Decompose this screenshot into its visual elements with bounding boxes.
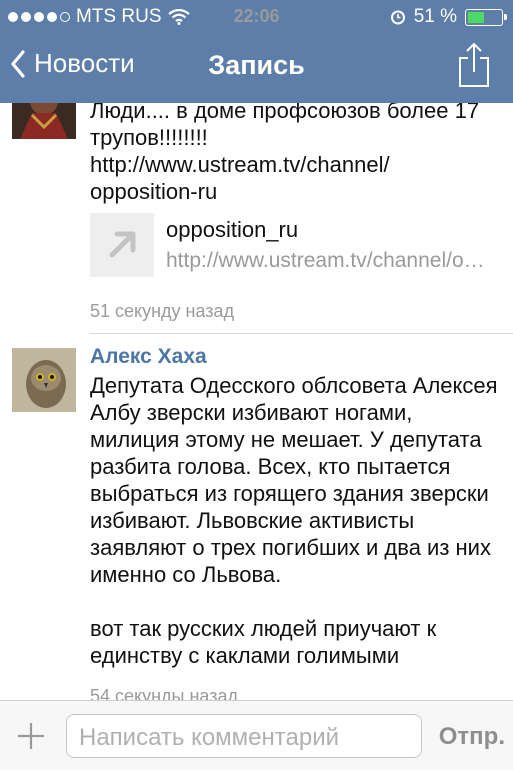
alarm-icon xyxy=(390,10,405,25)
plus-icon xyxy=(18,723,44,749)
comments-list[interactable]: Люди.... в доме профсоюзов более 17 труп… xyxy=(0,103,513,700)
comment-text: Люди.... в доме профсоюзов более 17 труп… xyxy=(90,103,480,204)
chevron-left-icon xyxy=(11,49,25,78)
battery-percent: 51 % xyxy=(413,6,457,27)
divider xyxy=(90,333,513,334)
link-title: opposition_ru xyxy=(166,217,299,242)
link-thumbnail xyxy=(90,213,154,277)
back-button-label: Новости xyxy=(34,48,135,78)
share-icon xyxy=(459,42,489,87)
share-button[interactable] xyxy=(457,42,491,93)
back-button[interactable]: Новости xyxy=(10,48,135,79)
status-bar: MTS RUS 22:06 51 % xyxy=(0,0,513,34)
link-url: http://www.ustream.tv/channel/opposition… xyxy=(166,249,496,272)
comment-author[interactable]: Алекс Хаха xyxy=(90,345,207,369)
comment-composer: Написать комментарий Отпр. xyxy=(0,700,513,770)
arrow-up-right-icon xyxy=(109,231,136,258)
comment-text: Депутата Одесского облсовета Алексея Алб… xyxy=(90,373,498,668)
header: MTS RUS 22:06 51 % Новости Запись xyxy=(0,0,513,103)
comment-input[interactable]: Написать комментарий xyxy=(66,714,422,758)
attach-button[interactable] xyxy=(16,721,46,756)
link-preview[interactable]: opposition_ru http://www.ustream.tv/chan… xyxy=(90,213,500,277)
avatar[interactable] xyxy=(12,348,76,412)
battery-fill xyxy=(468,11,484,23)
battery-icon xyxy=(465,8,507,26)
send-button[interactable]: Отпр. xyxy=(439,723,505,751)
avatar[interactable] xyxy=(12,103,76,139)
comment-time: 51 секунду назад xyxy=(90,301,235,321)
navigation-bar: Новости Запись xyxy=(0,34,513,103)
comment-time: 54 секунды назад xyxy=(90,686,239,700)
